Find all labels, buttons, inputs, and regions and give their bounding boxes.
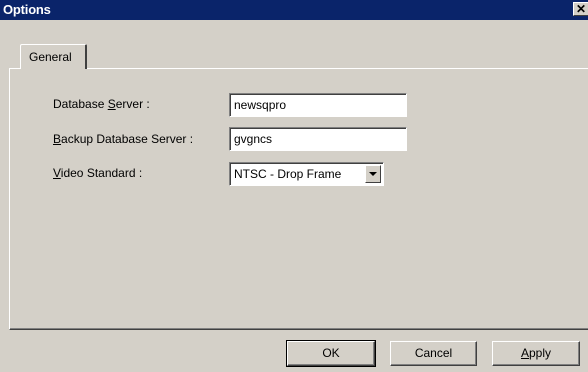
close-icon: ✕ <box>575 2 587 16</box>
chevron-down-icon <box>369 172 377 176</box>
ok-button[interactable]: OK <box>286 340 376 367</box>
title-bar: Options ✕ <box>0 0 588 20</box>
close-button[interactable]: ✕ <box>573 2 588 16</box>
tab-general-label: General <box>29 50 72 64</box>
video-standard-value: NTSC - Drop Frame <box>234 167 342 181</box>
database-server-input[interactable]: newsqpro <box>229 93 407 117</box>
backup-database-server-input[interactable]: gvgncs <box>229 127 407 151</box>
apply-button[interactable]: Apply <box>492 341 580 366</box>
cancel-button[interactable]: Cancel <box>390 341 477 366</box>
backup-database-server-label: Backup Database Server : <box>53 132 194 146</box>
tab-general[interactable]: General <box>20 44 87 69</box>
video-standard-select[interactable]: NTSC - Drop Frame <box>229 162 384 186</box>
window-title: Options <box>3 2 51 17</box>
video-standard-dropdown-button[interactable] <box>365 165 381 183</box>
database-server-label: Database Server : <box>53 97 150 111</box>
video-standard-label: Video Standard : <box>53 166 143 180</box>
